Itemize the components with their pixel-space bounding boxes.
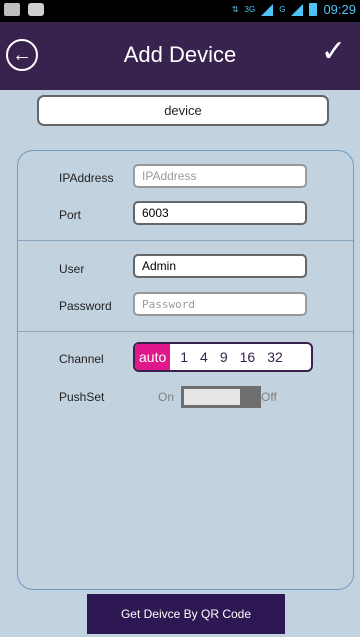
channel-option-32[interactable]: 32 (267, 349, 283, 365)
port-input[interactable]: 6003 (133, 201, 307, 225)
toggle-off-label: Off (261, 390, 277, 404)
battery-icon (309, 3, 318, 16)
device-name-field[interactable]: device (37, 95, 329, 126)
signal-icon-2 (291, 3, 304, 16)
password-input[interactable]: Password (133, 292, 307, 316)
port-label: Port (59, 208, 82, 222)
app-header: ← Add Device ✓ (0, 22, 360, 90)
channel-option-auto[interactable]: auto (135, 344, 171, 370)
push-toggle[interactable] (181, 386, 261, 408)
data-arrows-icon: ⇅ (231, 5, 239, 14)
channel-label: Channel (59, 352, 104, 366)
page-title: Add Device (123, 42, 237, 67)
toggle-on-label: On (158, 390, 175, 404)
channel-option-1[interactable]: 1 (180, 349, 188, 365)
confirm-check-icon[interactable]: ✓ (321, 34, 346, 69)
pushset-label: PushSet (59, 390, 105, 404)
password-label: Password (59, 299, 112, 313)
section-divider (18, 331, 353, 332)
channel-option-9[interactable]: 9 (220, 349, 228, 365)
status-bar: ⇅ 3G G 09:29 (0, 0, 360, 22)
toggle-knob[interactable] (240, 386, 258, 408)
channel-selector[interactable]: auto 1 4 9 16 32 (133, 342, 313, 372)
g-network-icon: G (279, 5, 286, 14)
user-input[interactable]: Admin (133, 254, 307, 278)
ip-label: IPAddress (59, 171, 114, 185)
gallery-notification-icon (4, 3, 20, 16)
qr-code-button[interactable]: Get Deivce By QR Code (87, 594, 285, 634)
user-label: User (59, 262, 85, 276)
channel-option-4[interactable]: 4 (200, 349, 208, 365)
ip-address-input[interactable]: IPAddress (133, 164, 307, 188)
channel-option-16[interactable]: 16 (240, 349, 256, 365)
chat-notification-icon (28, 3, 44, 16)
section-divider (18, 240, 353, 241)
signal-icon (261, 3, 274, 16)
network-type-label: 3G (244, 5, 256, 14)
clock: 09:29 (323, 2, 356, 17)
